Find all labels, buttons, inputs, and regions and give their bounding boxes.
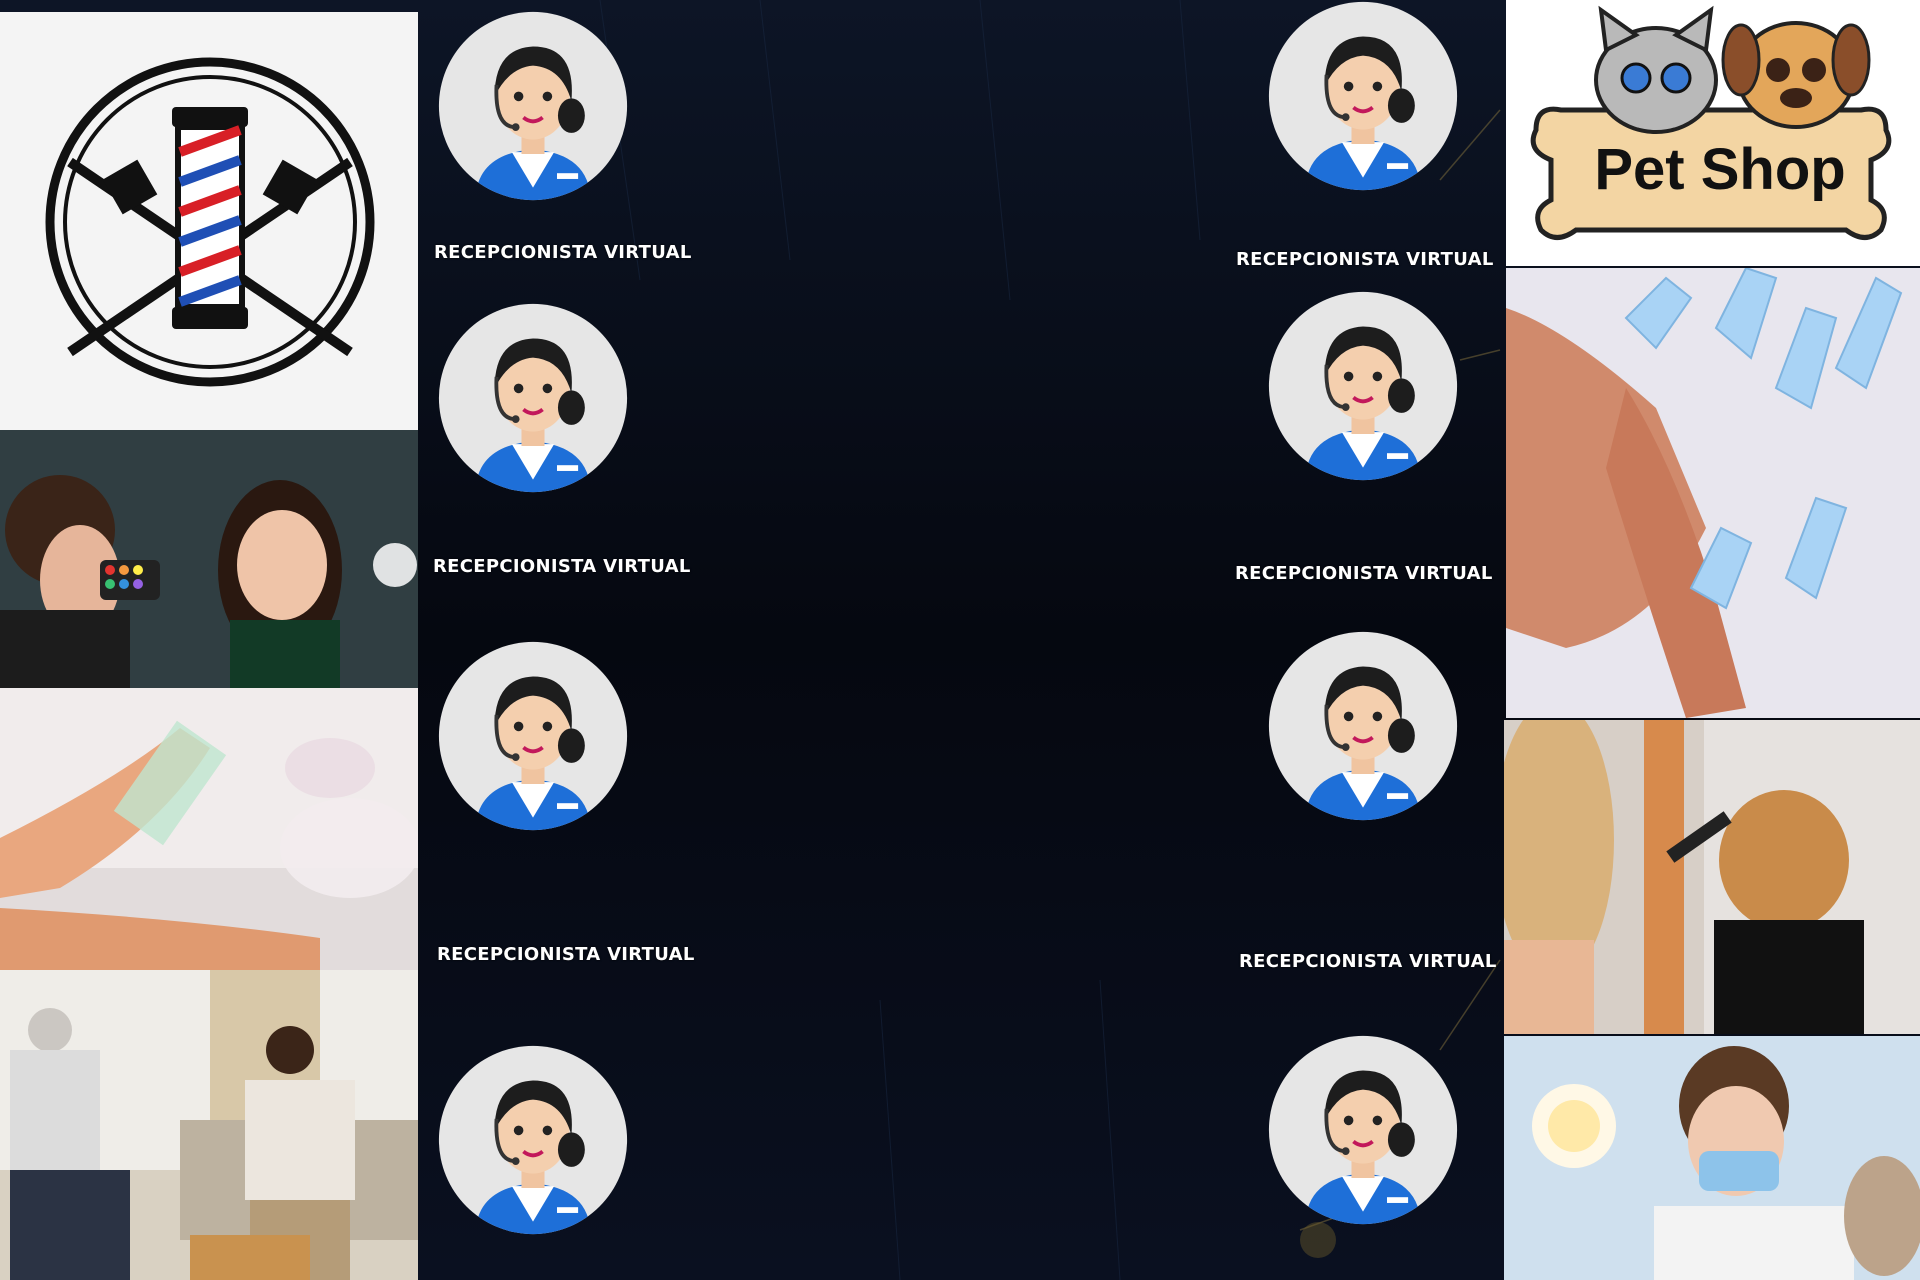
receptionist-label-right-1: RECEPCIONISTA VIRTUAL bbox=[1236, 249, 1494, 270]
pet-shop-title: Pet Shop bbox=[1594, 137, 1846, 202]
receptionist-avatar-icon bbox=[438, 641, 628, 831]
receptionist-avatar-icon bbox=[438, 1045, 628, 1235]
hair-stylist-photo bbox=[1504, 720, 1920, 1034]
dentist-photo bbox=[1504, 1036, 1920, 1280]
receptionist-avatar-icon bbox=[1268, 631, 1458, 821]
makeup-photo bbox=[0, 430, 418, 688]
receptionist-label-right-2: RECEPCIONISTA VIRTUAL bbox=[1235, 563, 1493, 584]
receptionist-avatar-right-3 bbox=[1262, 630, 1464, 822]
receptionist-avatar-right-4 bbox=[1262, 1034, 1464, 1226]
pet-shop-logo-tile bbox=[1506, 0, 1920, 266]
receptionist-label-left-1: RECEPCIONISTA VIRTUAL bbox=[434, 242, 692, 263]
receptionist-label-left-2: RECEPCIONISTA VIRTUAL bbox=[433, 556, 691, 577]
receptionist-avatar-right-1 bbox=[1262, 0, 1464, 192]
receptionist-avatar-icon bbox=[1268, 1, 1458, 191]
receptionist-avatar-left-2 bbox=[432, 302, 634, 494]
barber-pole-logo bbox=[45, 57, 375, 387]
receptionist-label-right-3: RECEPCIONISTA VIRTUAL bbox=[1239, 951, 1497, 972]
receptionist-avatar-left-3 bbox=[432, 640, 634, 832]
barber-logo-tile bbox=[0, 12, 418, 430]
pet-shop-logo bbox=[1530, 5, 1892, 240]
receptionist-avatar-icon bbox=[1268, 291, 1458, 481]
receptionist-avatar-icon bbox=[438, 11, 628, 201]
therapy-photo bbox=[0, 970, 418, 1280]
receptionist-label-left-3: RECEPCIONISTA VIRTUAL bbox=[437, 944, 695, 965]
receptionist-avatar-icon bbox=[438, 303, 628, 493]
waxing-photo bbox=[0, 688, 418, 970]
receptionist-avatar-left-1 bbox=[432, 10, 634, 202]
receptionist-avatar-right-2 bbox=[1262, 290, 1464, 482]
nails-photo bbox=[1506, 268, 1920, 718]
receptionist-avatar-left-4 bbox=[432, 1044, 634, 1236]
receptionist-avatar-icon bbox=[1268, 1035, 1458, 1225]
